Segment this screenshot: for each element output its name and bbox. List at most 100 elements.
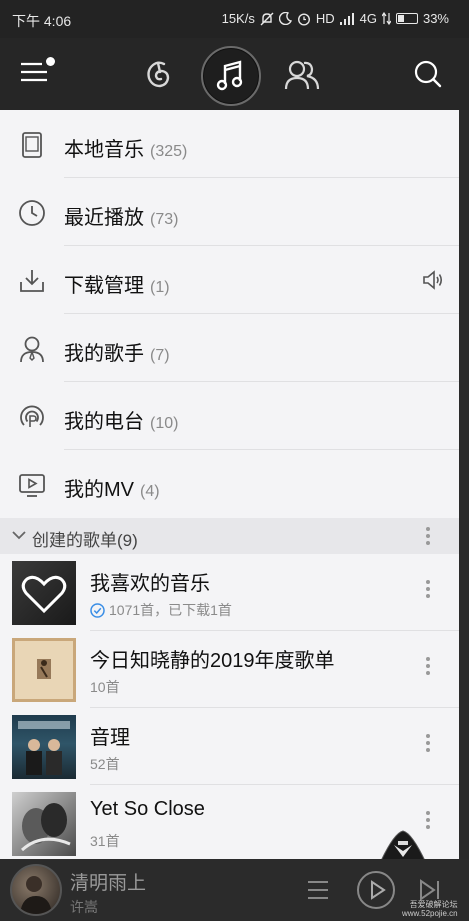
menu-item-singers[interactable]: 我的歌手 (7) bbox=[0, 314, 459, 382]
netease-discover-icon bbox=[147, 61, 170, 88]
menu-item-count: (7) bbox=[150, 347, 170, 364]
search-button[interactable] bbox=[413, 59, 443, 94]
menu-item-title: 下载管理 bbox=[64, 275, 144, 297]
friends-icon bbox=[284, 60, 320, 90]
playlist-meta: 1071首，已下载1首 bbox=[90, 600, 232, 620]
menu-item-count: (73) bbox=[150, 211, 179, 228]
playlist-meta: 31首 bbox=[90, 831, 120, 851]
radio-icon bbox=[20, 405, 44, 427]
playlist-name: Yet So Close bbox=[90, 798, 205, 820]
menu-item-label: 最近播放 (73) bbox=[64, 201, 178, 230]
heart-icon bbox=[21, 575, 67, 614]
playlist-name: 我喜欢的音乐 bbox=[90, 573, 210, 595]
playlist-cover bbox=[12, 715, 76, 779]
status-bar: 下午 4:06 15K/s HD 4G 33% bbox=[0, 0, 469, 38]
section-more-button[interactable] bbox=[425, 527, 431, 548]
album-art-portrait bbox=[20, 876, 52, 914]
playlist-item[interactable]: 音理 52首 bbox=[0, 708, 459, 785]
now-playing-cover bbox=[10, 864, 62, 916]
playlist-more-button[interactable] bbox=[425, 734, 431, 755]
menu-item-label: 下载管理 (1) bbox=[64, 269, 170, 298]
playlist-queue-icon[interactable] bbox=[306, 879, 330, 901]
search-icon bbox=[414, 60, 442, 88]
network-speed: 15K/s bbox=[221, 11, 255, 26]
playlist-cover bbox=[12, 638, 76, 702]
menu-button[interactable] bbox=[20, 57, 55, 86]
signal-icon bbox=[339, 12, 354, 25]
playlist-cover bbox=[12, 561, 76, 625]
menu-item-label: 本地音乐 (325) bbox=[64, 133, 187, 162]
album-art-faces bbox=[20, 803, 71, 852]
now-playing-title: 清明雨上 bbox=[70, 873, 147, 894]
menu-item-title: 我的MV bbox=[64, 479, 134, 501]
top-nav bbox=[0, 38, 469, 110]
mute-icon bbox=[260, 12, 274, 25]
menu-item-count: (10) bbox=[150, 415, 179, 432]
album-art-figure bbox=[37, 659, 51, 679]
playlist-count: 1071首，已下载1首 bbox=[109, 602, 232, 618]
playlist-name: 今日知晓静的2019年度歌单 bbox=[90, 650, 335, 672]
status-indicators: 15K/s HD 4G 33% bbox=[222, 11, 449, 26]
hd-label: HD bbox=[315, 11, 335, 26]
menu-item-title: 本地音乐 bbox=[64, 139, 144, 161]
menu-item-count: (1) bbox=[150, 279, 170, 296]
screen-edge bbox=[459, 110, 469, 859]
menu-item-local-music[interactable]: 本地音乐 (325) bbox=[0, 110, 459, 178]
menu-item-label: 我的歌手 (7) bbox=[64, 337, 170, 366]
playlist-item[interactable]: 我喜欢的音乐 1071首，已下载1首 bbox=[0, 554, 459, 631]
menu-item-mv[interactable]: 我的MV (4) bbox=[0, 450, 459, 518]
clock-icon bbox=[19, 200, 45, 226]
network-type: 4G bbox=[359, 11, 377, 26]
alarm-icon bbox=[297, 12, 310, 26]
tab-discover[interactable] bbox=[142, 58, 176, 97]
play-icon bbox=[371, 880, 386, 900]
mini-player[interactable]: 清明雨上 许嵩 bbox=[0, 859, 469, 921]
status-time: 下午 4:06 bbox=[12, 13, 72, 29]
next-track-icon[interactable] bbox=[418, 878, 442, 902]
section-title: 创建的歌单(9) bbox=[32, 531, 138, 550]
menu-item-label: 我的MV (4) bbox=[64, 473, 160, 502]
menu-item-title: 我的电台 bbox=[64, 411, 144, 433]
my-music-menu: 本地音乐 (325) 最近播放 (73) 下载管理 (1) 我的歌手 (7) 我的电台 (… bbox=[0, 110, 459, 518]
chevron-down-icon bbox=[12, 531, 26, 540]
play-button[interactable] bbox=[357, 871, 395, 909]
menu-item-title: 最近播放 bbox=[64, 207, 144, 229]
download-icon bbox=[20, 270, 44, 292]
menu-item-label: 我的电台 (10) bbox=[64, 405, 178, 434]
singer-icon bbox=[20, 336, 44, 363]
menu-item-recent[interactable]: 最近播放 (73) bbox=[0, 178, 459, 246]
playlist-count: 52首 bbox=[90, 756, 120, 772]
menu-item-downloads[interactable]: 下载管理 (1) bbox=[0, 246, 459, 314]
battery-percent: 33% bbox=[422, 11, 449, 26]
playlist-more-button[interactable] bbox=[425, 580, 431, 601]
battery-fill bbox=[397, 15, 404, 22]
playlist-more-button[interactable] bbox=[425, 657, 431, 678]
phone-icon bbox=[22, 132, 42, 158]
playlist-meta: 10首 bbox=[90, 677, 120, 697]
menu-item-title: 我的歌手 bbox=[64, 343, 144, 365]
music-note-icon bbox=[216, 60, 243, 91]
now-playing-artist: 许嵩 bbox=[70, 899, 98, 915]
speaker-icon[interactable] bbox=[421, 268, 445, 292]
notification-dot bbox=[46, 57, 55, 66]
tab-friends[interactable] bbox=[284, 58, 320, 97]
tv-icon bbox=[19, 474, 45, 497]
moon-icon bbox=[278, 12, 292, 25]
playlist-meta: 52首 bbox=[90, 754, 120, 774]
tab-my-music[interactable] bbox=[201, 46, 261, 106]
watermark-line1: 吾爱破解论坛 bbox=[409, 900, 458, 909]
playlist-cover bbox=[12, 792, 76, 856]
menu-item-radio[interactable]: 我的电台 (10) bbox=[0, 382, 459, 450]
battery-icon bbox=[395, 13, 418, 24]
watermark-line2: www.52pojie.cn bbox=[402, 909, 458, 918]
created-playlists-header[interactable]: 创建的歌单(9) bbox=[0, 518, 459, 554]
downloaded-check-icon bbox=[90, 602, 105, 618]
playlist-list: 我喜欢的音乐 1071首，已下载1首 今日知晓静的2019年度歌单 10首 音理… bbox=[0, 554, 459, 862]
playlist-name: 音理 bbox=[90, 727, 130, 749]
playlist-item[interactable]: 今日知晓静的2019年度歌单 10首 bbox=[0, 631, 459, 708]
playlist-count: 10首 bbox=[90, 679, 120, 695]
menu-item-count: (325) bbox=[150, 143, 188, 160]
watermark-text: 吾爱破解论坛 www.52pojie.cn bbox=[402, 900, 458, 918]
playlist-count: 31首 bbox=[90, 833, 120, 849]
data-arrows-icon bbox=[381, 12, 391, 25]
